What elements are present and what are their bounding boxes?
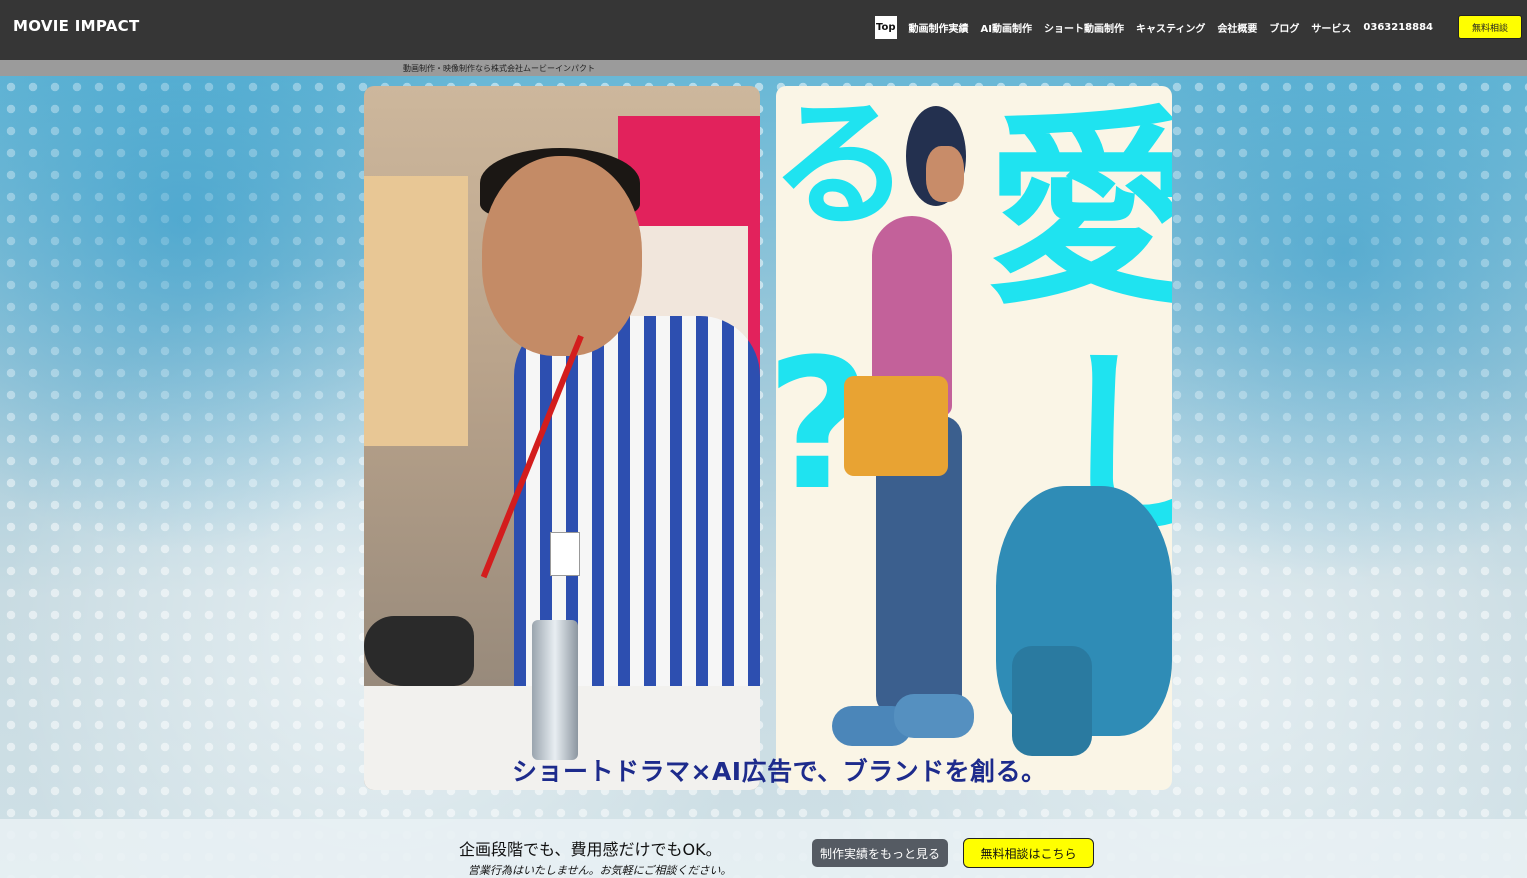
hero-tagline: ショートドラマ×AI広告で、ブランドを創る。 — [512, 757, 1047, 786]
consult-button[interactable]: 無料相談はこちら — [963, 838, 1094, 868]
nav-item-company[interactable]: 会社概要 — [1217, 20, 1257, 35]
sticky-cta-bar: 企画段階でも、費用感だけでもOK。 営業行為はいたしません。お気軽にご相談くださ… — [0, 819, 1527, 878]
girl-face — [926, 146, 964, 202]
site-logo[interactable]: MOVIE IMPACT — [13, 17, 140, 35]
barcode-scanner — [364, 616, 474, 686]
breadcrumb: 動画制作・映像制作なら株式会社ムービーインパクト — [403, 64, 595, 73]
cta-headline: 企画段階でも、費用感だけでもOK。 — [459, 840, 722, 859]
nav-item-ai-video[interactable]: AI動画制作 — [981, 20, 1032, 35]
nav-item-blog[interactable]: ブログ — [1269, 20, 1299, 35]
nav-item-works[interactable]: 動画制作実績 — [909, 20, 969, 35]
cta-subtext: 営業行為はいたしません。お気軽にご相談ください。 — [468, 864, 732, 877]
shoulder-bag — [844, 376, 948, 476]
nav-item-phone[interactable]: 0363218884 — [1363, 22, 1433, 33]
sneaker — [894, 694, 974, 738]
nav-item-casting[interactable]: キャスティング — [1136, 20, 1205, 35]
robot-leg — [1012, 646, 1092, 756]
glyph-ru: る — [776, 86, 911, 247]
drink-can — [532, 620, 578, 760]
id-badge — [550, 532, 580, 576]
cork-board — [364, 176, 468, 446]
breadcrumb-bar: 動画制作・映像制作なら株式会社ムービーインパクト — [0, 60, 1527, 76]
nav-item-services[interactable]: サービス — [1311, 20, 1351, 35]
hero-image-left — [364, 86, 760, 790]
hero-image-right: 愛 る ? し — [776, 86, 1172, 790]
site-header: MOVIE IMPACT Top 動画制作実績 AI動画制作 ショート動画制作 … — [0, 0, 1527, 60]
glyph-ai: 愛 — [986, 88, 1172, 333]
main-nav: Top 動画制作実績 AI動画制作 ショート動画制作 キャスティング 会社概要 … — [875, 14, 1433, 40]
view-works-button[interactable]: 制作実績をもっと見る — [812, 839, 948, 867]
nav-item-top[interactable]: Top — [875, 15, 897, 39]
free-consult-button[interactable]: 無料相談 — [1458, 15, 1522, 39]
nav-item-short-video[interactable]: ショート動画制作 — [1044, 20, 1124, 35]
man-head — [482, 156, 642, 356]
